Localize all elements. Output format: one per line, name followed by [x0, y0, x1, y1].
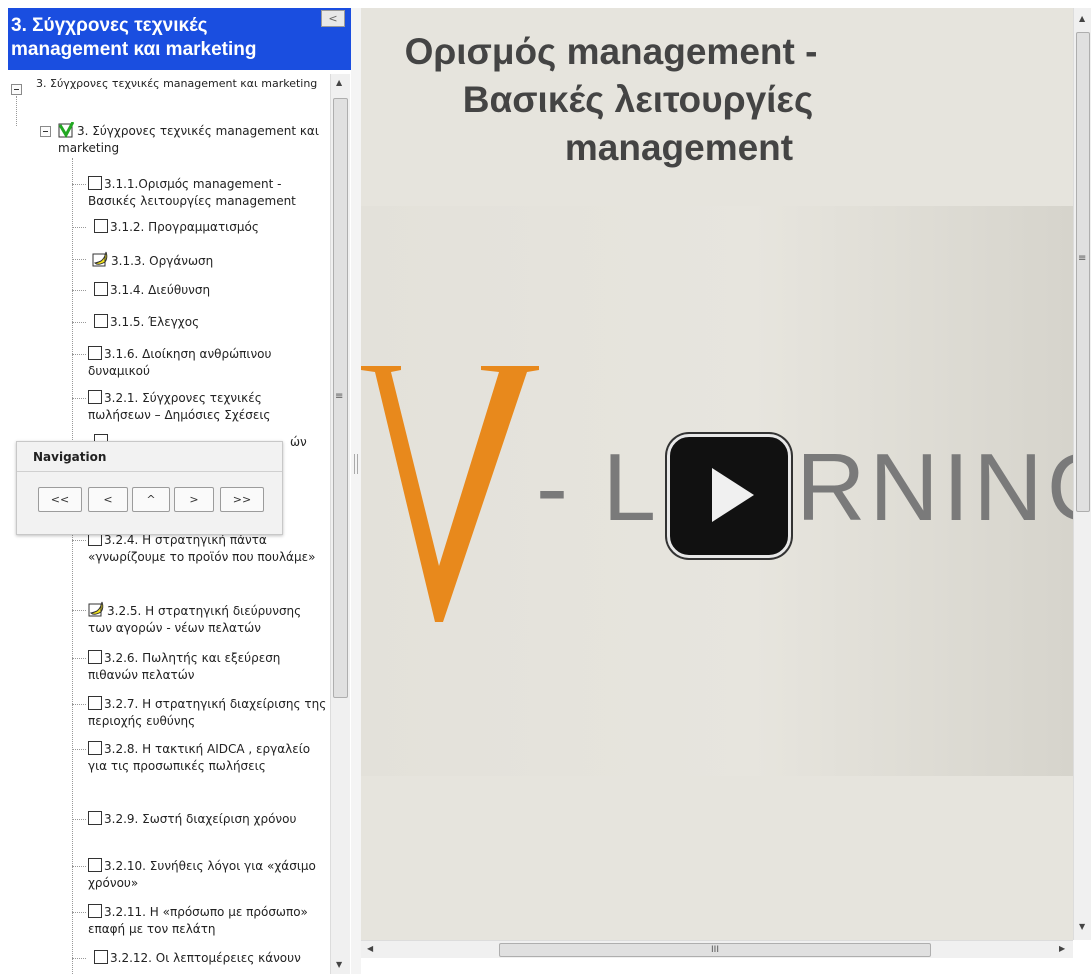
- collapse-panel-button[interactable]: <: [321, 10, 345, 27]
- checkbox-icon: [88, 741, 102, 755]
- splitter-grip-icon: [354, 454, 358, 474]
- play-button[interactable]: [667, 434, 791, 558]
- in-progress-icon: [92, 251, 108, 267]
- tree-item-label: 3.2.8. Η τακτική AIDCA , εργαλείο για τι…: [88, 742, 311, 773]
- checkbox-icon: [88, 176, 102, 190]
- checkbox-icon: [94, 219, 108, 233]
- collapse-chapter-toggle[interactable]: [40, 126, 51, 137]
- checkbox-icon: [94, 314, 108, 328]
- tree-root-item[interactable]: 3. Σύγχρονες τεχνικές management και mar…: [36, 76, 326, 92]
- checkbox-icon: [88, 390, 102, 404]
- tree-item-label: 3.1.6. Διοίκηση ανθρώπινου δυναμικού: [88, 347, 272, 378]
- tree-item-label: 3.2.6. Πωλητής και εξεύρεση πιθανών πελα…: [88, 651, 281, 682]
- navigation-panel: Navigation << < ^ > >>: [16, 441, 283, 535]
- content-vscroll-thumb[interactable]: ≡: [1076, 32, 1090, 512]
- tree-item-3-1-4[interactable]: 3.1.4. Διεύθυνση: [94, 282, 328, 299]
- content-vertical-scrollbar[interactable]: ▲ ≡ ▼: [1073, 8, 1091, 940]
- checkbox-icon: [88, 650, 102, 664]
- tree-item-3-1-1[interactable]: 3.1.1.Ορισμός management - Βασικές λειτο…: [88, 176, 328, 210]
- tree-item-label: 3.2.1. Σύγχρονες τεχνικές πωλήσεων – Δημ…: [88, 391, 271, 422]
- slide-content: Ορισμός management - Βασικές λειτουργίες…: [361, 8, 1073, 940]
- pane-splitter[interactable]: [351, 8, 361, 974]
- in-progress-icon: [88, 601, 104, 617]
- chevron-left-icon: <: [328, 12, 338, 25]
- scroll-up-icon[interactable]: ▲: [336, 78, 342, 87]
- tree-item-label: 3.1.4. Διεύθυνση: [110, 283, 211, 297]
- checkbox-icon: [88, 346, 102, 360]
- tree-item-label: 3.2.4. Η στρατηγική πάντα «γνωρίζουμε το…: [88, 533, 316, 564]
- last-page-button[interactable]: >>: [220, 487, 264, 512]
- toc-header-title: 3. Σύγχρονες τεχνικές management και mar…: [11, 15, 257, 60]
- tree-item-3-2-1[interactable]: 3.2.1. Σύγχρονες τεχνικές πωλήσεων – Δημ…: [88, 390, 328, 424]
- tree-item-3-2-7[interactable]: 3.2.7. Η στρατηγική διαχείρισης της περι…: [88, 696, 328, 730]
- checkbox-icon: [88, 811, 102, 825]
- tree-item-3-2-12[interactable]: 3.2.12. Οι λεπτομέρειες κάνουν: [94, 950, 330, 967]
- toc-scroll-thumb[interactable]: ≡: [333, 98, 348, 698]
- checkbox-icon: [88, 696, 102, 710]
- tree-item-3-2-11[interactable]: 3.2.11. Η «πρόσωπο με πρόσωπο» επαφή με …: [88, 904, 328, 938]
- scroll-down-icon[interactable]: ▼: [336, 960, 342, 969]
- prev-page-button[interactable]: <: [88, 487, 128, 512]
- tree-item-3-2-5[interactable]: 3.2.5. Η στρατηγική διεύρυνσης των αγορώ…: [88, 600, 328, 637]
- slide-title: Ορισμός management - Βασικές λειτουργίες…: [361, 28, 861, 172]
- tree-item-label: 3.1.2. Προγραμματισμός: [110, 220, 259, 234]
- first-page-button[interactable]: <<: [38, 487, 82, 512]
- logo-text: - LEARNING: [536, 434, 1073, 541]
- tree-item-3-2-8[interactable]: 3.2.8. Η τακτική AIDCA , εργαλείο για τι…: [88, 741, 328, 775]
- slide-title-line: Ορισμός management -: [404, 31, 818, 72]
- tree-item-label: 3.2.9. Σωστή διαχείριση χρόνου: [104, 812, 297, 826]
- tree-chapter-item[interactable]: 3. Σύγχρονες τεχνικές management και mar…: [58, 122, 326, 157]
- grip-icon: ≡: [1078, 253, 1087, 264]
- content-horizontal-scrollbar[interactable]: ◀ III ▶: [361, 940, 1073, 958]
- checkbox-icon: [88, 904, 102, 918]
- tree-item-3-1-3[interactable]: 3.1.3. Οργάνωση: [92, 250, 328, 270]
- tree-item-label: 3.2.11. Η «πρόσωπο με πρόσωπο» επαφή με …: [88, 905, 308, 936]
- scroll-right-icon[interactable]: ▶: [1059, 944, 1065, 953]
- tree-item-3-1-2[interactable]: 3.1.2. Προγραμματισμός: [94, 219, 328, 236]
- next-page-button[interactable]: >: [174, 487, 214, 512]
- navigation-title: Navigation: [17, 442, 282, 472]
- toc-header: 3. Σύγχρονες τεχνικές management και mar…: [8, 8, 351, 70]
- tree-root-label: 3. Σύγχρονες τεχνικές management και mar…: [36, 77, 318, 90]
- checkbox-icon: [88, 858, 102, 872]
- tree-item-label: 3.2.10. Συνήθεις λόγοι για «χάσιμο χρόνο…: [88, 859, 316, 890]
- bottom-area: [361, 958, 1091, 974]
- tree-item-label: 3.2.12. Οι λεπτομέρειες κάνουν: [110, 951, 301, 965]
- tree-chapter-label: 3. Σύγχρονες τεχνικές management και mar…: [58, 124, 319, 155]
- tree-item-3-1-5[interactable]: 3.1.5. Έλεγχος: [94, 314, 328, 331]
- tree-item-3-2-6[interactable]: 3.2.6. Πωλητής και εξεύρεση πιθανών πελα…: [88, 650, 328, 684]
- video-player[interactable]: - LEARNING: [361, 206, 1073, 776]
- check-complete-icon: [58, 122, 74, 138]
- tree-item-label: 3.2.7. Η στρατηγική διαχείρισης της περι…: [88, 697, 327, 728]
- tree-item-label: 3.2.5. Η στρατηγική διεύρυνσης των αγορώ…: [88, 604, 302, 635]
- scroll-left-icon[interactable]: ◀: [367, 944, 373, 953]
- tree-item-3-2-9[interactable]: 3.2.9. Σωστή διαχείριση χρόνου: [88, 811, 298, 828]
- grip-icon: III: [711, 945, 719, 955]
- checkbox-icon: [94, 950, 108, 964]
- tree-item-3-1-6[interactable]: 3.1.6. Διοίκηση ανθρώπινου δυναμικού: [88, 346, 328, 380]
- slide-title-line: Βασικές λειτουργίες: [462, 79, 814, 120]
- tree-item-label: 3.1.5. Έλεγχος: [110, 315, 200, 329]
- scroll-up-icon[interactable]: ▲: [1079, 14, 1085, 23]
- content-hscroll-thumb[interactable]: III: [499, 943, 931, 957]
- tree-item-label: 3.1.1.Ορισμός management - Βασικές λειτο…: [88, 177, 296, 208]
- slide-title-line: management: [564, 127, 794, 168]
- tree-item-3-2-4[interactable]: 3.2.4. Η στρατηγική πάντα «γνωρίζουμε το…: [88, 532, 328, 566]
- up-button[interactable]: ^: [132, 487, 170, 512]
- checkbox-icon: [94, 282, 108, 296]
- tree-item-label: 3.1.3. Οργάνωση: [111, 254, 214, 268]
- toc-scrollbar[interactable]: ▲ ≡ ▼: [330, 74, 350, 974]
- v-learning-logo: [361, 366, 539, 622]
- grip-icon: ≡: [335, 391, 344, 402]
- tree-item-3-2-10[interactable]: 3.2.10. Συνήθεις λόγοι για «χάσιμο χρόνο…: [88, 858, 328, 892]
- scroll-down-icon[interactable]: ▼: [1079, 922, 1085, 931]
- collapse-root-toggle[interactable]: [11, 84, 22, 95]
